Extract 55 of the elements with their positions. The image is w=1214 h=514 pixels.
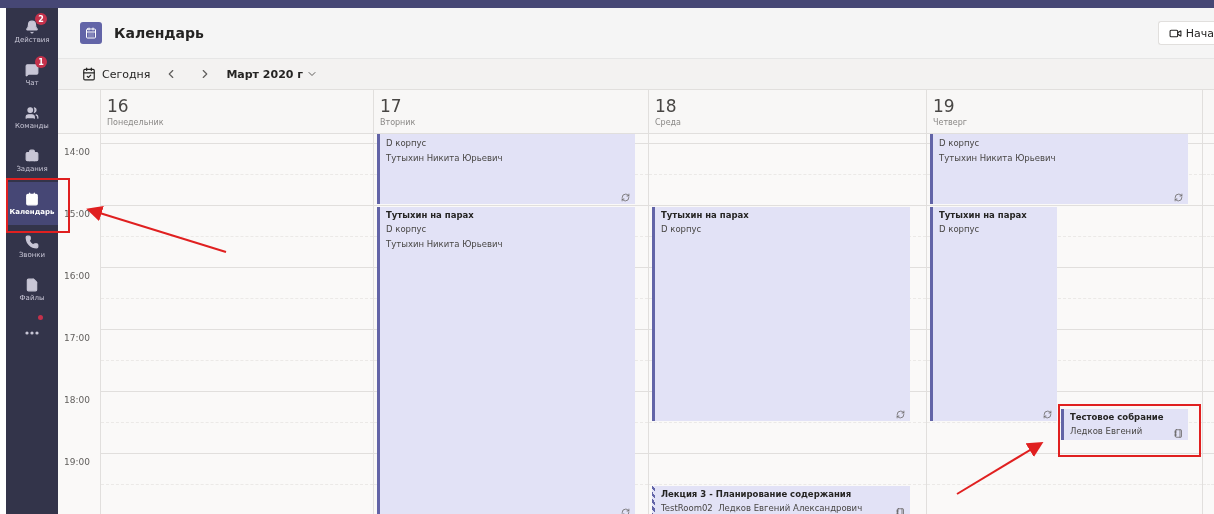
day-number: 16 bbox=[107, 96, 130, 116]
event-detail: D корпус bbox=[939, 223, 980, 237]
calendar-event[interactable]: Тутыхин на парах D корпус bbox=[930, 207, 1057, 422]
file-icon bbox=[25, 277, 39, 292]
weekday: Четверг bbox=[933, 118, 968, 127]
notification-badge: 2 bbox=[35, 13, 47, 25]
day-number: 19 bbox=[933, 96, 956, 116]
bell-icon bbox=[25, 19, 39, 34]
time-label: 14:00 bbox=[64, 147, 90, 158]
event-detail: TestRoom02 Ледков Евгений Александрович bbox=[661, 502, 863, 514]
recurring-icon bbox=[621, 193, 630, 203]
chat-icon bbox=[25, 62, 39, 77]
event-detail: D корпус bbox=[661, 223, 702, 237]
weekday: Среда bbox=[655, 118, 683, 127]
time-label: 17:00 bbox=[64, 333, 90, 344]
calendar-event[interactable]: Тутыхин на парах D корпус Тутыхин Никита Юрьевич bbox=[377, 207, 635, 514]
event-title: Тестовое собрание bbox=[1070, 410, 1164, 424]
event-detail: D корпус bbox=[386, 137, 427, 150]
event-title: Лекция 3 - Планирование содержания bbox=[661, 488, 852, 502]
more-icon bbox=[25, 330, 39, 335]
day-number: 18 bbox=[655, 96, 678, 116]
event-title: Тутыхин на парах bbox=[386, 209, 474, 223]
calendar-app-icon bbox=[80, 22, 102, 44]
calendar-event[interactable]: Тестовое собрание Ледков Евгений bbox=[1061, 408, 1188, 440]
recurring-icon bbox=[1043, 410, 1052, 420]
briefcase-icon bbox=[25, 148, 39, 163]
time-label: 18:00 bbox=[64, 395, 90, 406]
meet-button[interactable]: Нача bbox=[1157, 21, 1214, 45]
time-label: 16:00 bbox=[64, 271, 90, 282]
phone-icon bbox=[25, 234, 39, 249]
time-label: 19:00 bbox=[64, 457, 90, 468]
page-title: Календарь bbox=[114, 25, 205, 41]
calendar-event[interactable]: D корпус Тутыхин Никита Юрьевич bbox=[930, 134, 1188, 205]
recurring-icon bbox=[1174, 193, 1183, 203]
event-detail: Тутыхин Никита Юрьевич bbox=[386, 238, 503, 252]
people-icon bbox=[25, 105, 39, 120]
event-title: Тутыхин на парах bbox=[661, 209, 749, 223]
event-detail: D корпус bbox=[939, 137, 980, 150]
calendar-icon bbox=[82, 67, 96, 81]
weekday: Вторник bbox=[380, 118, 417, 127]
month-picker[interactable]: Март 2020 г bbox=[226, 67, 318, 81]
event-detail: D корпус bbox=[386, 223, 427, 237]
event-detail: Тутыхин Никита Юрьевич bbox=[386, 152, 503, 165]
weekday: Понедельник bbox=[107, 118, 165, 127]
calendar-icon bbox=[25, 191, 39, 206]
event-title: Тутыхин на парах bbox=[939, 209, 1027, 223]
calendar-event[interactable]: Лекция 3 - Планирование содержания TestRoom02 Ледков Евгений Александрович bbox=[652, 486, 910, 514]
event-detail: Тутыхин Никита Юрьевич bbox=[939, 152, 1056, 165]
notification-badge: 1 bbox=[35, 56, 47, 68]
calendar-event[interactable]: D корпус Тутыхин Никита Юрьевич bbox=[377, 134, 635, 205]
recurring-icon bbox=[896, 410, 905, 420]
today-button[interactable]: Сегодня bbox=[82, 67, 151, 81]
day-number: 17 bbox=[380, 96, 403, 116]
calendar-event[interactable]: Тутыхин на парах D корпус bbox=[652, 207, 910, 422]
event-detail: Ледков Евгений bbox=[1070, 424, 1143, 438]
